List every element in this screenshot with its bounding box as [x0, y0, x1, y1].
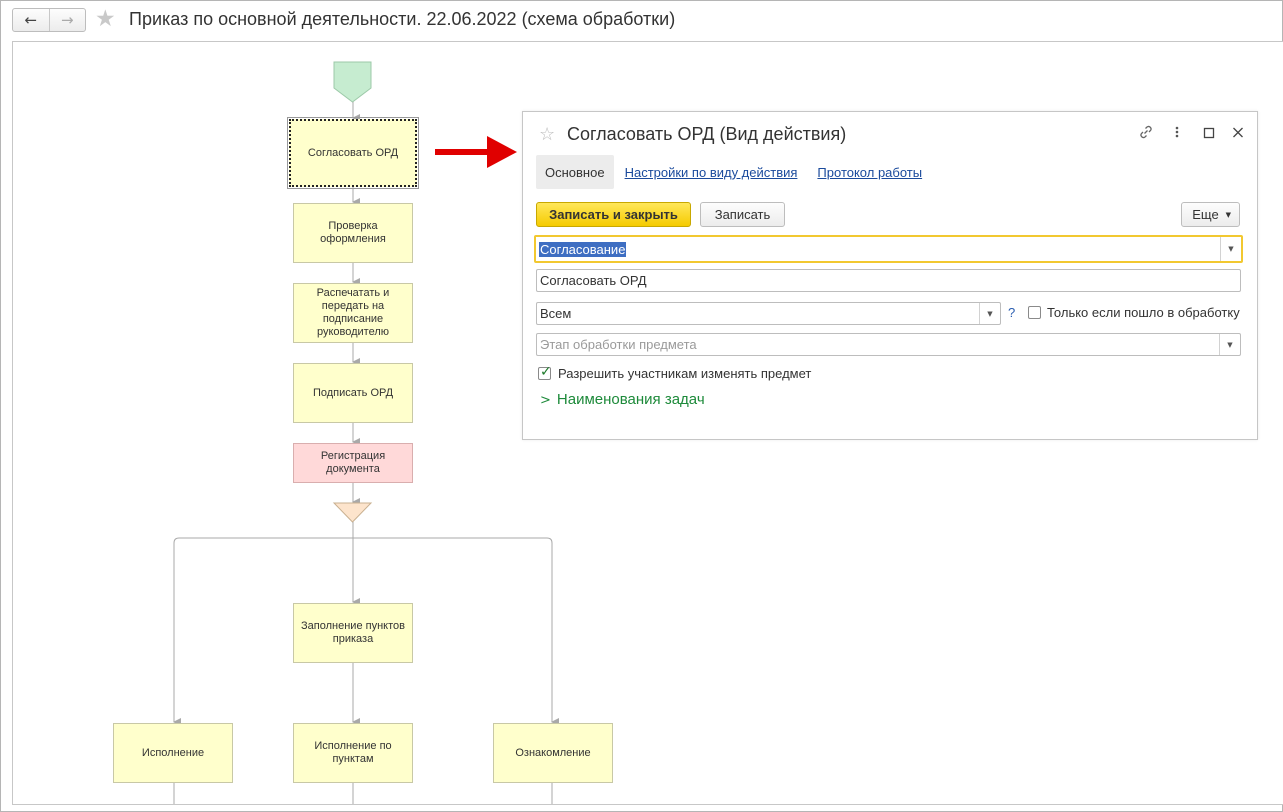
- fork-node[interactable]: [332, 502, 373, 523]
- tab-action-settings[interactable]: Настройки по виду действия: [625, 165, 798, 180]
- node-execution-by-items[interactable]: Исполнение по пунктам: [293, 723, 413, 783]
- tab-main[interactable]: Основное: [536, 155, 614, 189]
- node-print-submit[interactable]: Распечатать и передать на подписание рук…: [293, 283, 413, 343]
- allow-change-subject-label: Разрешить участникам изменять предмет: [558, 366, 812, 381]
- performers-value: Всем: [540, 306, 572, 321]
- allow-change-subject-checkbox[interactable]: ✓: [538, 364, 552, 380]
- processing-stage-select[interactable]: Этап обработки предмета ▼: [536, 333, 1241, 356]
- action-name-input[interactable]: Согласовать ОРД: [536, 269, 1241, 292]
- link-icon[interactable]: [1138, 124, 1154, 144]
- action-type-dialog: ☆ Согласовать ОРД (Вид действия) Основно…: [522, 111, 1258, 440]
- checkmark-icon: ✓: [540, 364, 552, 380]
- main-window: ← → ★ Приказ по основной деятельности. 2…: [0, 0, 1283, 812]
- node-check-formatting[interactable]: Проверка оформления: [293, 203, 413, 263]
- node-sign-ord[interactable]: Подписать ОРД: [293, 363, 413, 423]
- tab-work-log[interactable]: Протокол работы: [817, 165, 922, 180]
- performers-select[interactable]: Всем ▼: [536, 302, 1001, 325]
- favorite-star-icon[interactable]: ☆: [539, 124, 555, 145]
- save-and-close-button[interactable]: Записать и закрыть: [536, 202, 691, 227]
- node-fill-order-items[interactable]: Заполнение пунктов приказа: [293, 603, 413, 663]
- action-type-select[interactable]: Согласование ▼: [534, 235, 1243, 263]
- red-arrow-icon: [435, 136, 517, 168]
- only-if-processing-checkbox[interactable]: [1028, 306, 1041, 319]
- nav-buttons: ← →: [12, 8, 86, 32]
- close-icon[interactable]: [1232, 124, 1244, 144]
- action-name-value: Согласовать ОРД: [540, 273, 647, 288]
- dialog-title: Согласовать ОРД (Вид действия): [567, 124, 847, 144]
- node-acknowledgement[interactable]: Ознакомление: [493, 723, 613, 783]
- chevron-down-icon[interactable]: ▼: [979, 303, 1000, 324]
- forward-button[interactable]: →: [48, 9, 86, 31]
- help-icon[interactable]: ?: [1008, 305, 1015, 320]
- only-if-processing-label: Только если пошло в обработку: [1047, 305, 1240, 320]
- processing-stage-placeholder: Этап обработки предмета: [540, 337, 697, 352]
- chevron-down-icon[interactable]: ▼: [1220, 237, 1241, 261]
- action-type-value: Согласование: [539, 241, 627, 257]
- back-button[interactable]: ←: [13, 9, 49, 31]
- more-icon[interactable]: [1174, 124, 1180, 144]
- dialog-tabs: Основное Настройки по виду действия Прот…: [536, 155, 931, 189]
- save-button[interactable]: Записать: [700, 202, 785, 227]
- node-register-document[interactable]: Регистрация документа: [293, 443, 413, 483]
- start-node[interactable]: [333, 61, 372, 103]
- task-names-section[interactable]: > Наименования задач: [540, 391, 705, 408]
- more-menu-label: Еще: [1192, 207, 1219, 222]
- task-names-label: Наименования задач: [556, 391, 705, 408]
- chevron-down-icon[interactable]: ▼: [1219, 334, 1240, 355]
- more-menu-button[interactable]: Еще ▼: [1181, 202, 1240, 227]
- favorite-star-icon[interactable]: ★: [95, 7, 116, 31]
- title-bar: ← → ★ Приказ по основной деятельности. 2…: [1, 1, 1282, 39]
- chevron-right-icon: >: [540, 393, 551, 408]
- node-execution[interactable]: Исполнение: [113, 723, 233, 783]
- node-approve-ord[interactable]: Согласовать ОРД: [287, 117, 419, 189]
- chevron-down-icon: ▼: [1225, 210, 1231, 219]
- maximize-icon[interactable]: [1203, 124, 1215, 144]
- window-title: Приказ по основной деятельности. 22.06.2…: [129, 9, 676, 29]
